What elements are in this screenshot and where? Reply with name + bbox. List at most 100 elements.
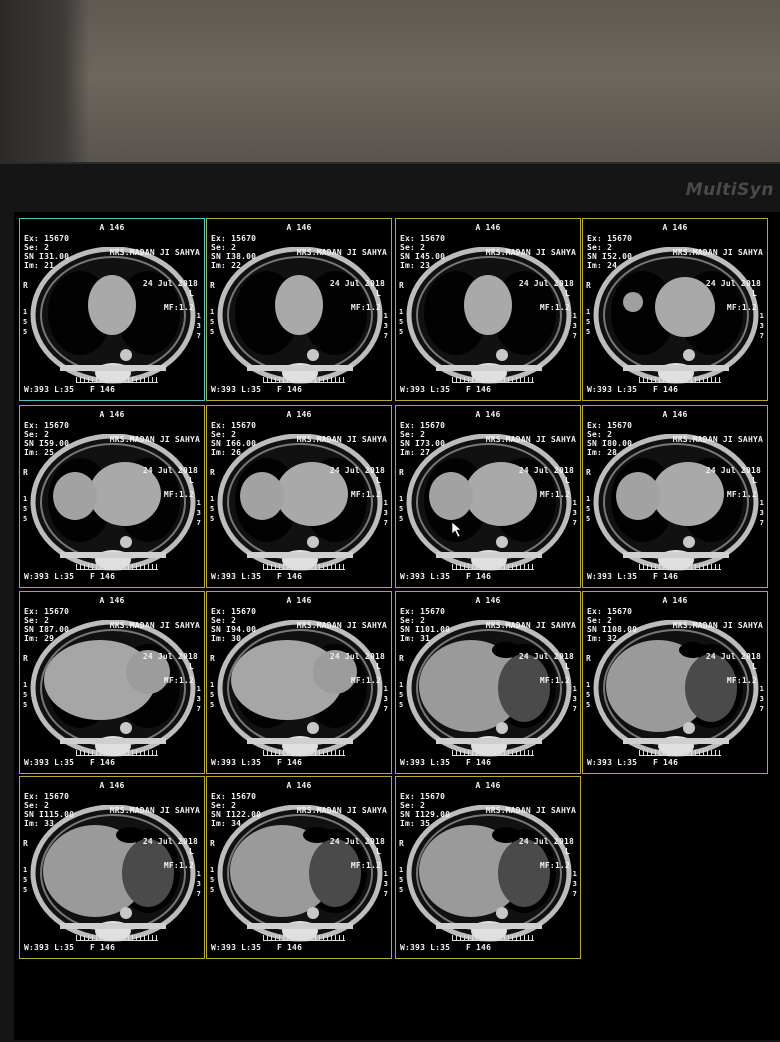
- scan-table: [247, 552, 353, 558]
- scan-table: [436, 365, 542, 371]
- viewport-34[interactable]: A 146 Ex: 15670 Se: 2 SN I122.00 Im: 34 …: [206, 776, 392, 959]
- scale-label-left: 1 3 7: [383, 870, 388, 898]
- scale-label-left: 1 3 7: [383, 685, 388, 713]
- viewport-24[interactable]: A 146 Ex: 15670 Se: 2 SN I52.00 Im: 24 M…: [582, 218, 768, 401]
- orientation-right-label: R: [23, 281, 29, 290]
- rib-cage: [40, 443, 186, 561]
- viewport-29[interactable]: A 146 Ex: 15670 Se: 2 SN I87.00 Im: 29 M…: [19, 591, 205, 774]
- rib-cage: [416, 443, 562, 561]
- orientation-left-label: L: [564, 847, 570, 856]
- rib-cage: [416, 629, 562, 747]
- ct-slice-image: [406, 620, 572, 757]
- foot-position-label: F 146: [653, 385, 679, 394]
- slice-number: SN I108.00: [587, 625, 638, 634]
- study-date: 24 Jul 2018: [705, 652, 761, 661]
- slice-position-label: A 146: [286, 410, 312, 419]
- ct-slice-image: [30, 620, 196, 757]
- window-level-label: W:393 L:35: [211, 572, 262, 581]
- study-date: 24 Jul 2018: [329, 279, 385, 288]
- aorta: [683, 722, 695, 734]
- exam-number: Ex: 15670: [400, 607, 446, 616]
- image-number: Im: 34: [211, 819, 242, 828]
- background-shadow: [0, 0, 90, 170]
- slice-position-label: A 146: [475, 223, 501, 232]
- right-lung: [235, 271, 299, 355]
- exam-number: Ex: 15670: [211, 607, 257, 616]
- viewport-30[interactable]: A 146 Ex: 15670 Se: 2 SN I94.00 Im: 30 M…: [206, 591, 392, 774]
- rib-cage: [603, 256, 749, 374]
- magnification-label: MF:1.2: [726, 676, 757, 685]
- study-date: 24 Jul 2018: [518, 466, 574, 475]
- scan-table: [247, 365, 353, 371]
- viewport-28[interactable]: A 146 Ex: 15670 Se: 2 SN I80.00 Im: 28 M…: [582, 405, 768, 588]
- stomach: [309, 839, 361, 907]
- study-date: 24 Jul 2018: [142, 837, 198, 846]
- series-number: Se: 2: [24, 430, 50, 439]
- scale-ruler: [452, 750, 534, 756]
- slice-position-label: A 146: [475, 781, 501, 790]
- ct-slice-image: [593, 247, 759, 384]
- scale-label-right: 1 5 5: [23, 866, 28, 894]
- body-outline: [593, 620, 759, 757]
- slice-position-label: A 146: [286, 596, 312, 605]
- viewport-27[interactable]: A 146 Ex: 15670 Se: 2 SN I73.00 Im: 27 M…: [395, 405, 581, 588]
- series-number: Se: 2: [400, 243, 426, 252]
- study-date: 24 Jul 2018: [518, 652, 574, 661]
- right-lung: [48, 458, 112, 542]
- viewport-22[interactable]: A 146 Ex: 15670 Se: 2 SN I38.00 Im: 22 M…: [206, 218, 392, 401]
- exam-number: Ex: 15670: [211, 792, 257, 801]
- orientation-left-label: L: [188, 662, 194, 671]
- foot-position-label: F 146: [90, 385, 116, 394]
- background-wall: [0, 0, 780, 170]
- orientation-right-label: R: [23, 468, 29, 477]
- right-lung: [235, 644, 299, 728]
- stomach: [498, 654, 550, 722]
- window-level-label: W:393 L:35: [587, 758, 638, 767]
- scale-label-left: 1 3 7: [196, 312, 201, 340]
- viewport-35[interactable]: A 146 Ex: 15670 Se: 2 SN I129.00 Im: 35 …: [395, 776, 581, 959]
- scale-label-left: 1 3 7: [759, 499, 764, 527]
- magnification-label: MF:1.2: [163, 303, 194, 312]
- ct-slice-image: [217, 434, 383, 571]
- scan-table: [623, 738, 729, 744]
- foot-position-label: F 146: [277, 572, 303, 581]
- magnification-label: MF:1.2: [539, 676, 570, 685]
- scale-label-left: 1 3 7: [196, 870, 201, 898]
- slice-number: SN I73.00: [400, 439, 446, 448]
- foot-position-label: F 146: [466, 572, 492, 581]
- slice-number: SN I122.00: [211, 810, 262, 819]
- viewport-31[interactable]: A 146 Ex: 15670 Se: 2 SN I101.00 Im: 31 …: [395, 591, 581, 774]
- body-outline: [406, 247, 572, 384]
- right-lung: [235, 829, 299, 913]
- patient-name: MRS.MADAN JI SAHYA: [296, 621, 387, 630]
- ct-slice-image: [406, 434, 572, 571]
- viewport-33[interactable]: A 146 Ex: 15670 Se: 2 SN I115.00 Im: 33 …: [19, 776, 205, 959]
- right-lung: [424, 458, 488, 542]
- ct-slice-image: [593, 434, 759, 571]
- orientation-left-label: L: [375, 476, 381, 485]
- slice-number: SN I66.00: [211, 439, 257, 448]
- orientation-right-label: R: [586, 281, 592, 290]
- scan-table: [436, 923, 542, 929]
- scale-ruler: [263, 935, 345, 941]
- orientation-right-label: R: [586, 468, 592, 477]
- viewport-25[interactable]: A 146 Ex: 15670 Se: 2 SN I59.00 Im: 25 M…: [19, 405, 205, 588]
- scan-table: [247, 923, 353, 929]
- exam-number: Ex: 15670: [587, 421, 633, 430]
- viewport-32[interactable]: A 146 Ex: 15670 Se: 2 SN I108.00 Im: 32 …: [582, 591, 768, 774]
- image-number: Im: 28: [587, 448, 618, 457]
- scan-table: [60, 738, 166, 744]
- stomach: [685, 654, 737, 722]
- slice-number: SN I87.00: [24, 625, 70, 634]
- image-number: Im: 21: [24, 261, 55, 270]
- foot-position-label: F 146: [90, 943, 116, 952]
- patient-name: MRS.MADAN JI SAHYA: [485, 806, 576, 815]
- series-number: Se: 2: [587, 243, 613, 252]
- scale-label-left: 1 3 7: [196, 685, 201, 713]
- orientation-right-label: R: [399, 839, 405, 848]
- viewport-21[interactable]: A 146 Ex: 15670 Se: 2 SN I31.00 Im: 21 M…: [19, 218, 205, 401]
- aorta: [307, 907, 319, 919]
- viewport-23[interactable]: A 146 Ex: 15670 Se: 2 SN I45.00 Im: 23 M…: [395, 218, 581, 401]
- viewport-26[interactable]: A 146 Ex: 15670 Se: 2 SN I66.00 Im: 26 M…: [206, 405, 392, 588]
- rib-cage: [416, 814, 562, 932]
